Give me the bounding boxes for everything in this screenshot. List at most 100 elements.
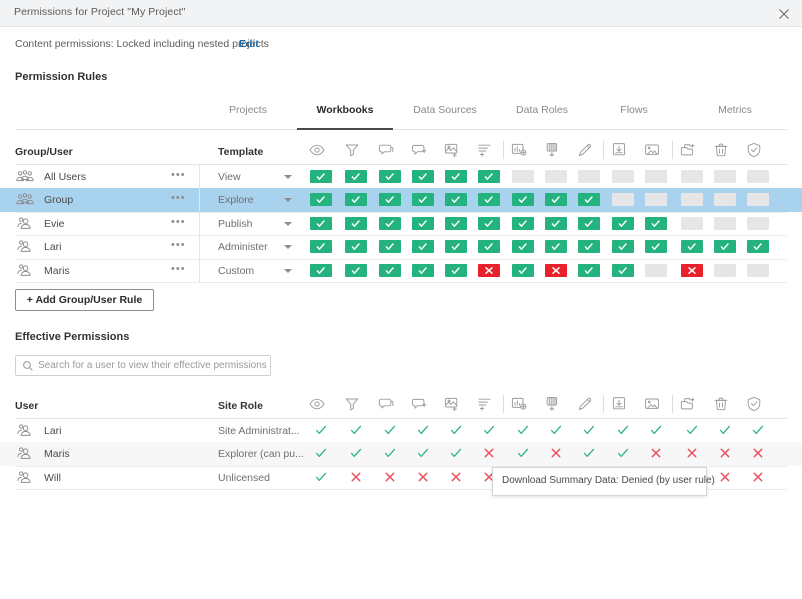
add-group-user-rule-button[interactable]: + Add Group/User Rule xyxy=(15,289,154,311)
permission-cell[interactable] xyxy=(681,193,703,206)
view-summary-data-icon[interactable] xyxy=(476,395,494,413)
permission-cell[interactable] xyxy=(747,170,769,183)
template-select[interactable]: Explore xyxy=(218,194,254,206)
permission-cell[interactable] xyxy=(412,240,434,253)
tab-data-roles[interactable]: Data Roles xyxy=(498,104,586,116)
denied-cross-icon[interactable] xyxy=(751,446,765,460)
denied-cross-icon[interactable] xyxy=(449,470,463,484)
tab-data-sources[interactable]: Data Sources xyxy=(399,104,491,116)
denied-cross-icon[interactable] xyxy=(718,446,732,460)
permission-cell[interactable] xyxy=(747,193,769,206)
download-full-data-icon[interactable] xyxy=(510,395,528,413)
row-menu-button[interactable]: ••• xyxy=(171,169,186,181)
permission-cell[interactable] xyxy=(445,217,467,230)
filter-icon[interactable] xyxy=(343,141,361,159)
tab-metrics[interactable]: Metrics xyxy=(700,104,770,116)
allowed-check-icon[interactable] xyxy=(582,423,596,437)
allowed-check-icon[interactable] xyxy=(582,446,596,460)
table-row[interactable]: Evie•••Publish xyxy=(0,212,802,235)
allowed-check-icon[interactable] xyxy=(383,423,397,437)
table-row[interactable]: MarisExplorer (can pu... xyxy=(0,442,802,465)
permission-cell[interactable] xyxy=(545,193,567,206)
permission-cell[interactable] xyxy=(681,264,703,277)
web-edit-icon[interactable] xyxy=(576,141,594,159)
save-as-icon[interactable] xyxy=(643,141,661,159)
permission-cell[interactable] xyxy=(478,170,500,183)
chevron-down-icon[interactable] xyxy=(284,175,292,179)
allowed-check-icon[interactable] xyxy=(616,446,630,460)
permission-cell[interactable] xyxy=(645,264,667,277)
allowed-check-icon[interactable] xyxy=(685,423,699,437)
permission-cell[interactable] xyxy=(478,240,500,253)
permission-cell[interactable] xyxy=(345,264,367,277)
permission-cell[interactable] xyxy=(345,240,367,253)
move-icon[interactable] xyxy=(679,395,697,413)
chevron-down-icon[interactable] xyxy=(284,198,292,202)
allowed-check-icon[interactable] xyxy=(416,446,430,460)
set-permissions-icon[interactable] xyxy=(745,395,763,413)
search-input[interactable]: Search for a user to view their effectiv… xyxy=(15,355,271,376)
permission-cell[interactable] xyxy=(310,193,332,206)
permission-cell[interactable] xyxy=(512,170,534,183)
download-image-pdf-icon[interactable] xyxy=(543,141,561,159)
permission-cell[interactable] xyxy=(379,170,401,183)
template-select[interactable]: Publish xyxy=(218,218,252,230)
permission-cell[interactable] xyxy=(412,217,434,230)
allowed-check-icon[interactable] xyxy=(482,423,496,437)
allowed-check-icon[interactable] xyxy=(616,423,630,437)
permission-cell[interactable] xyxy=(545,264,567,277)
table-row[interactable]: Maris•••Custom xyxy=(0,259,802,282)
denied-cross-icon[interactable] xyxy=(482,446,496,460)
permission-cell[interactable] xyxy=(612,264,634,277)
view-summary-data-icon[interactable] xyxy=(476,141,494,159)
allowed-check-icon[interactable] xyxy=(349,446,363,460)
permission-cell[interactable] xyxy=(412,170,434,183)
template-select[interactable]: Custom xyxy=(218,265,254,277)
permission-cell[interactable] xyxy=(714,217,736,230)
permission-cell[interactable] xyxy=(412,264,434,277)
permission-cell[interactable] xyxy=(345,217,367,230)
permission-cell[interactable] xyxy=(578,264,600,277)
permission-cell[interactable] xyxy=(747,240,769,253)
delete-icon[interactable] xyxy=(712,141,730,159)
download-image-pdf-icon[interactable] xyxy=(543,395,561,413)
permission-cell[interactable] xyxy=(681,217,703,230)
denied-cross-icon[interactable] xyxy=(718,470,732,484)
permission-cell[interactable] xyxy=(379,193,401,206)
add-comment-icon[interactable] xyxy=(410,141,428,159)
chevron-down-icon[interactable] xyxy=(284,222,292,226)
permission-cell[interactable] xyxy=(578,240,600,253)
permission-cell[interactable] xyxy=(612,193,634,206)
row-menu-button[interactable]: ••• xyxy=(171,192,186,204)
save-icon[interactable] xyxy=(610,141,628,159)
permission-cell[interactable] xyxy=(310,240,332,253)
permission-cell[interactable] xyxy=(445,264,467,277)
permission-cell[interactable] xyxy=(379,240,401,253)
template-select[interactable]: Administer xyxy=(218,241,268,253)
permission-cell[interactable] xyxy=(612,240,634,253)
template-select[interactable]: View xyxy=(218,171,241,183)
allowed-check-icon[interactable] xyxy=(449,423,463,437)
download-full-data-icon[interactable] xyxy=(510,141,528,159)
delete-icon[interactable] xyxy=(712,395,730,413)
permission-cell[interactable] xyxy=(681,170,703,183)
tab-workbooks[interactable]: Workbooks xyxy=(297,104,393,116)
permission-cell[interactable] xyxy=(310,217,332,230)
save-icon[interactable] xyxy=(610,395,628,413)
permission-cell[interactable] xyxy=(545,170,567,183)
close-icon[interactable] xyxy=(774,4,794,24)
denied-cross-icon[interactable] xyxy=(751,470,765,484)
permission-cell[interactable] xyxy=(714,240,736,253)
permission-cell[interactable] xyxy=(578,170,600,183)
table-row[interactable]: LariSite Administrat... xyxy=(0,419,802,442)
chevron-down-icon[interactable] xyxy=(284,245,292,249)
permission-cell[interactable] xyxy=(445,240,467,253)
view-icon[interactable] xyxy=(308,395,326,413)
permission-cell[interactable] xyxy=(578,193,600,206)
permission-cell[interactable] xyxy=(379,217,401,230)
allowed-check-icon[interactable] xyxy=(349,423,363,437)
permission-cell[interactable] xyxy=(545,240,567,253)
add-image-icon[interactable] xyxy=(443,141,461,159)
allowed-check-icon[interactable] xyxy=(549,423,563,437)
allowed-check-icon[interactable] xyxy=(516,423,530,437)
